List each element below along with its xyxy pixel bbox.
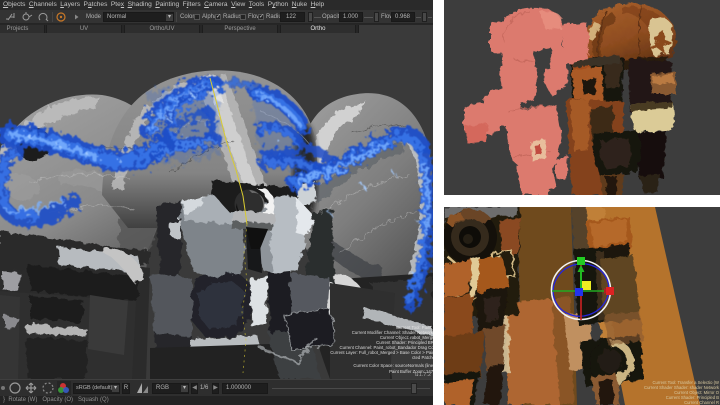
svg-text:Current Color Space: sourceNor: Current Color Space: sourceNormals (line… <box>353 363 433 368</box>
svg-text:cted Patches: cted Patches <box>412 355 433 360</box>
